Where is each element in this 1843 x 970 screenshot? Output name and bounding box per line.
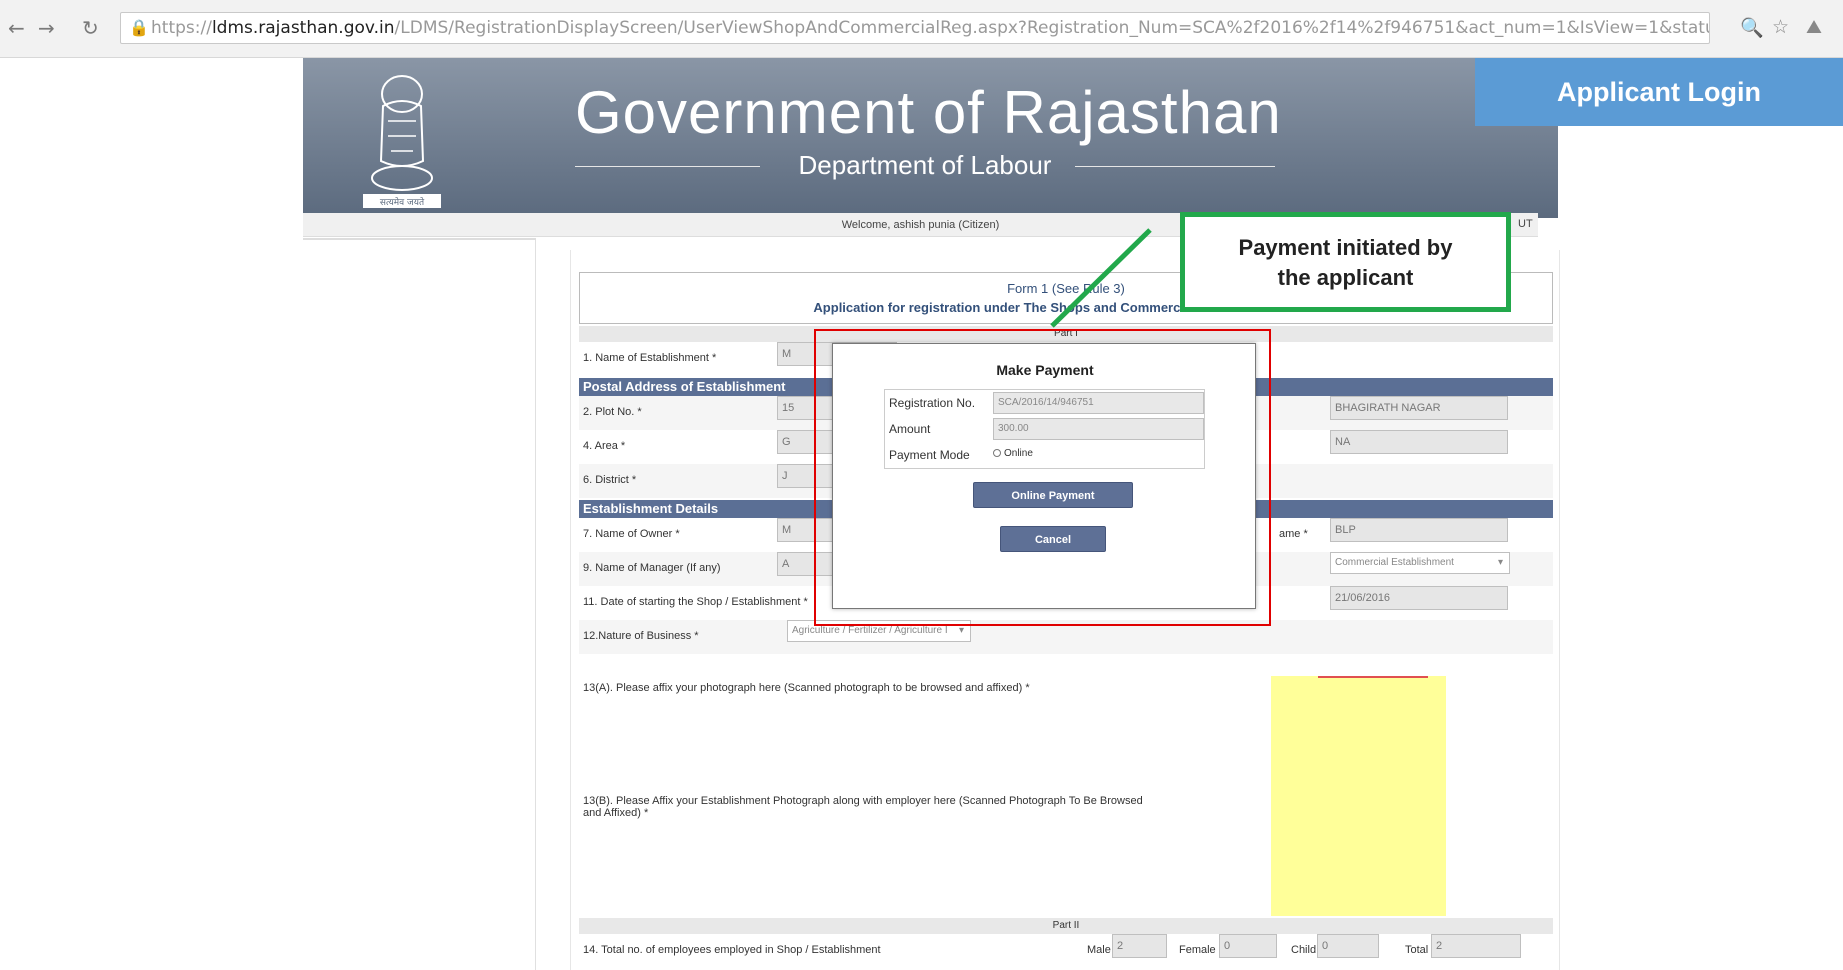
radio-icon: [993, 449, 1001, 457]
divider: [303, 238, 536, 240]
site-header: सत्यमेव जयते Government of Rajasthan Dep…: [303, 58, 1558, 218]
photo-label-b: 13(B). Please Affix your Establishment P…: [583, 795, 1143, 819]
cancel-button[interactable]: Cancel: [1000, 526, 1106, 552]
male-label: Male: [1087, 944, 1111, 956]
national-emblem-icon: सत्यमेव जयते: [363, 75, 441, 208]
locality-field[interactable]: BHAGIRATH NAGAR: [1330, 396, 1508, 420]
female-label: Female: [1179, 944, 1216, 956]
registration-label: Registration No.: [889, 396, 976, 410]
field-label: 6. District *: [583, 474, 637, 486]
father-name-field[interactable]: BLP: [1330, 518, 1508, 542]
form-row-employees: 14. Total no. of employees employed in S…: [579, 934, 1553, 968]
online-payment-button[interactable]: Online Payment: [973, 482, 1133, 508]
field-label: 2. Plot No. *: [583, 406, 642, 418]
field-label: 9. Name of Manager (If any): [583, 562, 721, 574]
forward-icon[interactable]: →: [38, 16, 55, 40]
payment-details-table: Registration No. SCA/2016/14/946751 Amou…: [884, 389, 1205, 469]
payment-mode-label: Payment Mode: [889, 448, 970, 462]
total-count-field[interactable]: 2: [1431, 934, 1521, 958]
url-scheme: https://: [151, 18, 212, 38]
select-value: Commercial Establishment: [1335, 557, 1454, 568]
field-label: 11. Date of starting the Shop / Establis…: [583, 596, 808, 608]
make-payment-dialog: Make Payment Registration No. SCA/2016/1…: [832, 343, 1256, 609]
child-label: Child: [1291, 944, 1317, 956]
applicant-login-button[interactable]: Applicant Login: [1475, 58, 1843, 126]
logout-link[interactable]: UT: [1518, 218, 1533, 230]
address-bar[interactable]: 🔒 https://ldms.rajasthan.gov.in/LDMS/Regi…: [120, 12, 1710, 44]
establishment-category-select[interactable]: Commercial Establishment ▾: [1330, 552, 1510, 574]
field-label: ame *: [1279, 528, 1308, 540]
payment-mode-radio[interactable]: Online: [993, 448, 1033, 459]
child-count-field[interactable]: 0: [1317, 934, 1379, 958]
browser-toolbar: ← → ↻ 🔒 https://ldms.rajasthan.gov.in/LDM…: [0, 0, 1843, 58]
annotation-line-2: the applicant: [1277, 265, 1414, 290]
radio-label: Online: [1004, 448, 1033, 459]
emblem-motto: सत्यमेव जयते: [380, 196, 425, 208]
extension-icon[interactable]: ⛰: [1806, 16, 1822, 38]
field-label: 7. Name of Owner *: [583, 528, 680, 540]
lock-icon: 🔒: [129, 18, 149, 37]
url-path: /LDMS/RegistrationDisplayScreen/UserView…: [394, 18, 1710, 38]
male-count-field[interactable]: 2: [1112, 934, 1167, 958]
url-host: ldms.rajasthan.gov.in: [211, 18, 395, 38]
divider: [1318, 676, 1428, 678]
field-label: 12.Nature of Business *: [583, 630, 699, 642]
field-label: 1. Name of Establishment *: [583, 352, 717, 364]
part-two-title: Part II: [579, 918, 1553, 934]
registration-no-field[interactable]: SCA/2016/14/946751: [993, 392, 1204, 414]
female-count-field[interactable]: 0: [1219, 934, 1277, 958]
chevron-down-icon: ▾: [1497, 557, 1503, 568]
area-field-2[interactable]: NA: [1330, 430, 1508, 454]
field-label: 14. Total no. of employees employed in S…: [583, 944, 881, 956]
start-date-field[interactable]: 21/06/2016: [1330, 586, 1508, 610]
department-subtitle: Department of Labour: [575, 150, 1275, 181]
select-value: Agriculture / Fertilizer / Agriculture I: [792, 625, 948, 636]
photo-label-a: 13(A). Please affix your photograph here…: [583, 682, 1030, 694]
total-label: Total: [1405, 944, 1429, 956]
amount-field[interactable]: 300.00: [993, 418, 1204, 440]
dialog-title: Make Payment: [996, 362, 1094, 378]
table-row: Registration No. SCA/2016/14/946751: [885, 390, 1204, 416]
table-row: Amount 300.00: [885, 416, 1204, 442]
star-icon[interactable]: ☆: [1772, 16, 1789, 38]
field-label: 4. Area *: [583, 440, 626, 452]
left-sidebar: [303, 238, 536, 970]
annotation-line-1: Payment initiated by: [1238, 235, 1453, 260]
photo-placeholder[interactable]: [1271, 676, 1446, 916]
zoom-icon[interactable]: 🔍: [1740, 16, 1764, 39]
back-icon[interactable]: ←: [8, 16, 25, 40]
page-title: Government of Rajasthan: [575, 79, 1282, 146]
reload-icon[interactable]: ↻: [82, 16, 99, 40]
amount-label: Amount: [889, 422, 931, 436]
table-row: Payment Mode Online: [885, 442, 1204, 468]
annotation-callout: Payment initiated by the applicant: [1180, 212, 1511, 312]
